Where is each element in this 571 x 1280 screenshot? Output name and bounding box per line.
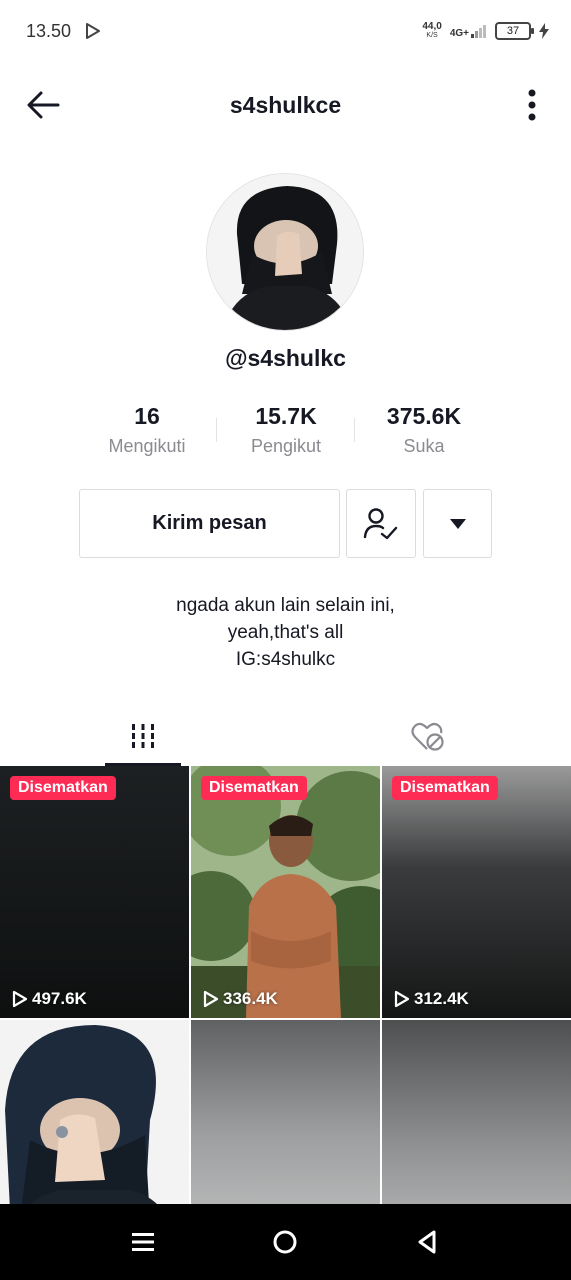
play-store-icon (86, 23, 100, 39)
stat-followers[interactable]: 15.7K Pengikut (216, 400, 356, 457)
network-speed: 44,0 K/S (422, 21, 442, 40)
stat-likes-value: 375.6K (386, 403, 462, 429)
stat-likes[interactable]: 375.6K Suka (354, 400, 494, 457)
suggested-accounts-button[interactable] (423, 489, 492, 558)
tab-liked[interactable] (390, 708, 466, 766)
caret-down-icon (449, 518, 466, 529)
bio-line: yeah,that's all (227, 622, 344, 643)
view-count: 312.4K (394, 989, 469, 1009)
following-button[interactable] (346, 489, 416, 558)
play-icon (203, 990, 219, 1008)
video-thumbnail[interactable]: Disematkan 312.4K (382, 766, 571, 1018)
stat-following-label: Mengikuti (108, 436, 186, 456)
home-button[interactable] (269, 1226, 301, 1258)
send-message-button[interactable]: Kirim pesan (79, 489, 340, 558)
more-options-button[interactable] (517, 86, 547, 124)
view-count: 497.6K (12, 989, 87, 1009)
back-triangle-icon (418, 1230, 436, 1254)
system-nav-bar (0, 1204, 571, 1280)
battery-icon: 37 (495, 22, 534, 40)
vertical-dots-icon (528, 89, 536, 121)
stat-following[interactable]: 16 Mengikuti (77, 400, 217, 457)
view-count: 336.4K (203, 989, 278, 1009)
pinned-badge: Disematkan (10, 776, 116, 800)
bio-line: ngada akun lain selain ini, (176, 595, 395, 616)
video-thumbnail[interactable]: Disematkan 336.4K (191, 766, 380, 1018)
profile-tabs (0, 708, 571, 766)
pinned-badge: Disematkan (201, 776, 307, 800)
home-circle-icon (273, 1230, 297, 1254)
pinned-badge: Disematkan (392, 776, 498, 800)
page-title: s4shulkce (229, 92, 342, 118)
top-nav: s4shulkce (0, 62, 571, 148)
grid-icon (132, 723, 154, 748)
charging-icon (539, 23, 549, 39)
liked-hidden-icon (411, 722, 444, 751)
menu-icon (132, 1233, 154, 1251)
avatar[interactable] (206, 173, 364, 331)
status-time: 13.50 (26, 21, 72, 41)
play-icon (394, 990, 410, 1008)
play-icon (12, 990, 28, 1008)
stat-likes-label: Suka (403, 436, 445, 456)
signal-icon: 4G+ (450, 24, 487, 39)
stat-followers-label: Pengikut (250, 436, 322, 456)
tab-videos[interactable] (105, 708, 181, 766)
nav-back-button[interactable] (411, 1226, 443, 1258)
status-bar: 13.50 44,0 K/S 4G+ 37 (0, 0, 571, 62)
profile-handle: @s4shulkc (225, 345, 346, 371)
user-check-icon (363, 507, 398, 539)
stat-followers-value: 15.7K (255, 403, 317, 429)
recents-button[interactable] (127, 1226, 159, 1258)
profile-stats: 16 Mengikuti 15.7K Pengikut 375.6K Suka (0, 400, 571, 466)
stat-following-value: 16 (134, 403, 160, 429)
profile-bio: ngada akun lain selain ini, yeah,that's … (0, 592, 571, 673)
bio-line: IG:s4shulkc (235, 649, 336, 670)
video-thumbnail[interactable]: Disematkan 497.6K (0, 766, 189, 1018)
